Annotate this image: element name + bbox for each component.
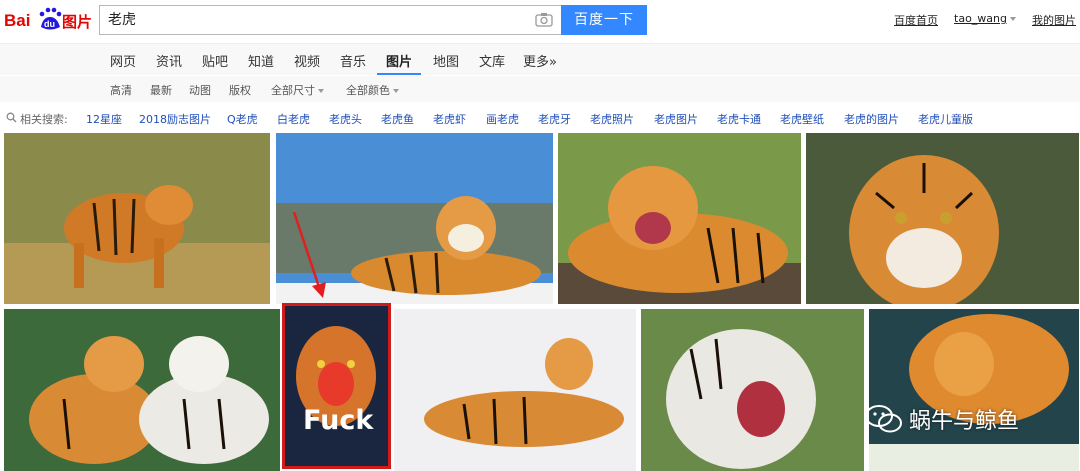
camera-icon[interactable] — [535, 12, 553, 27]
related-tag[interactable]: 老虎壁纸 — [780, 111, 824, 127]
result-image[interactable] — [4, 309, 280, 471]
image-overlay-text: Fuck — [303, 405, 374, 436]
related-tag[interactable]: 老虎的图片 — [844, 111, 899, 127]
watermark: 蜗牛与鲸鱼 — [865, 403, 1019, 435]
tab-music[interactable]: 音乐 — [340, 51, 366, 70]
result-image[interactable] — [394, 309, 636, 471]
tab-more[interactable]: 更多» — [523, 51, 557, 70]
related-tag[interactable]: 老虎鱼 — [381, 111, 414, 127]
result-image[interactable] — [558, 133, 801, 304]
result-image[interactable] — [4, 133, 270, 304]
related-tag[interactable]: 老虎头 — [329, 111, 362, 127]
filter-hd[interactable]: 高清 — [110, 82, 132, 98]
result-image[interactable] — [806, 133, 1079, 304]
related-tag[interactable]: 2018励志图片 — [139, 111, 211, 127]
related-label: 相关搜索: — [20, 113, 68, 126]
filter-size-dropdown[interactable]: 全部尺寸 — [271, 82, 324, 98]
top-links: 百度首页 tao_wang 我的图片 — [878, 12, 1076, 28]
related-tag[interactable]: 12星座 — [86, 111, 122, 127]
chevron-down-icon — [1010, 17, 1016, 21]
baidu-logo[interactable]: Bai du 图片 — [4, 4, 92, 34]
tab-images[interactable]: 图片 — [386, 51, 412, 70]
chevron-down-icon — [393, 89, 399, 93]
channel-nav: 网页 资讯 贴吧 知道 视频 音乐 图片 地图 文库 更多» — [0, 43, 1080, 75]
filter-size-label: 全部尺寸 — [271, 84, 315, 97]
my-images-link[interactable]: 我的图片 — [1032, 12, 1076, 28]
related-tag[interactable]: 老虎虾 — [433, 111, 466, 127]
tab-web[interactable]: 网页 — [110, 51, 136, 70]
filter-color-label: 全部颜色 — [346, 84, 390, 97]
active-tab-indicator — [377, 73, 421, 75]
chevron-down-icon — [318, 89, 324, 93]
filter-copyright[interactable]: 版权 — [229, 82, 251, 98]
filter-bar: 高清 最新 动图 版权 全部尺寸 全部颜色 — [0, 76, 1080, 102]
search-button[interactable]: 百度一下 — [561, 5, 647, 35]
related-tag[interactable]: 老虎照片 — [590, 111, 634, 127]
related-searches: 相关搜索: 12星座 2018励志图片 Q老虎 白老虎 老虎头 老虎鱼 老虎虾 … — [0, 108, 1080, 130]
svg-text:du: du — [44, 19, 55, 29]
wechat-icon — [865, 405, 902, 433]
result-image[interactable] — [641, 309, 864, 471]
search-icon — [6, 112, 17, 123]
header: Bai du 图片 老虎 百度一下 百度首页 tao_wang 我的图片 — [0, 0, 1080, 42]
related-tag[interactable]: 老虎卡通 — [717, 111, 761, 127]
tab-zhidao[interactable]: 知道 — [248, 51, 274, 70]
related-tag[interactable]: 老虎图片 — [654, 111, 698, 127]
svg-text:图片: 图片 — [62, 13, 92, 31]
filter-latest[interactable]: 最新 — [150, 82, 172, 98]
watermark-text: 蜗牛与鲸鱼 — [909, 409, 1020, 434]
baidu-home-link[interactable]: 百度首页 — [894, 12, 938, 28]
tab-wenku[interactable]: 文库 — [479, 51, 505, 70]
tab-map[interactable]: 地图 — [433, 51, 459, 70]
filter-animated[interactable]: 动图 — [189, 82, 211, 98]
user-menu[interactable]: tao_wang — [954, 12, 1016, 28]
result-image[interactable] — [869, 309, 1079, 471]
related-tag[interactable]: 老虎牙 — [538, 111, 571, 127]
related-tag[interactable]: 画老虎 — [486, 111, 519, 127]
highlight-box — [282, 303, 391, 469]
filter-color-dropdown[interactable]: 全部颜色 — [346, 82, 399, 98]
search-input[interactable]: 老虎 — [99, 5, 561, 35]
username: tao_wang — [954, 12, 1007, 25]
tab-video[interactable]: 视频 — [294, 51, 320, 70]
tab-tieba[interactable]: 贴吧 — [202, 51, 228, 70]
svg-text:Bai: Bai — [4, 11, 30, 30]
related-tag[interactable]: 老虎儿童版 — [918, 111, 973, 127]
related-tag[interactable]: 白老虎 — [277, 111, 310, 127]
tab-news[interactable]: 资讯 — [156, 51, 182, 70]
related-tag[interactable]: Q老虎 — [227, 111, 258, 127]
arrow-icon — [292, 211, 326, 298]
